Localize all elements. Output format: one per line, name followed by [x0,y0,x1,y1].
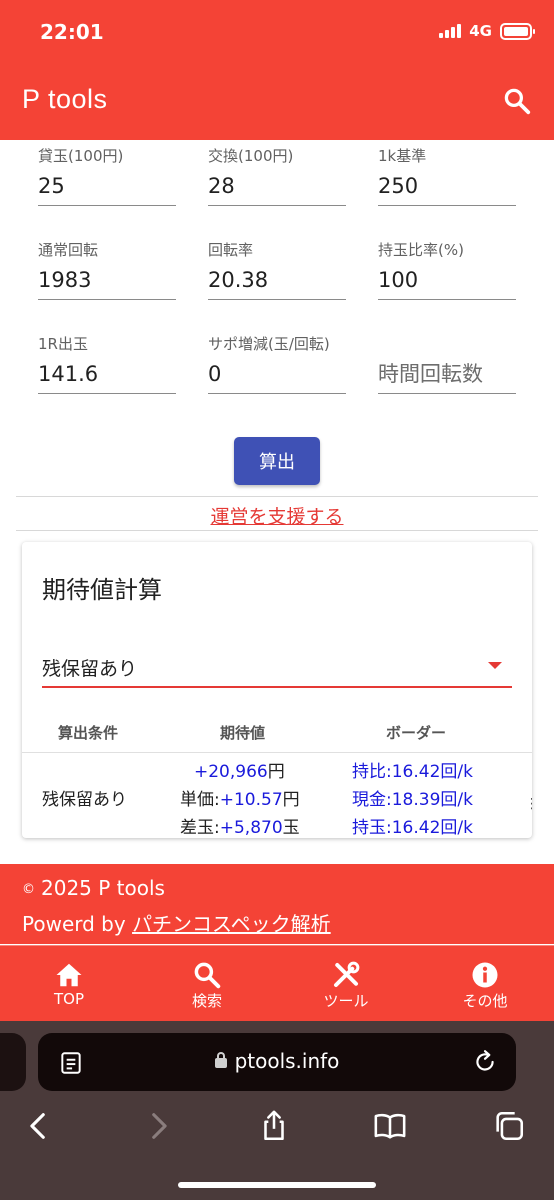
divider [16,530,538,531]
field-label: 通常回転 [38,241,99,259]
header-border: ボーダー [386,724,447,742]
support-link[interactable]: 運営を支援する [0,502,554,529]
diff-label: 差玉: [180,818,220,838]
copyright-icon: © [22,882,35,897]
dropdown-arrow-icon[interactable] [488,662,502,669]
field-input[interactable]: 141.6 [38,354,176,394]
url-display[interactable]: ptools.info [38,1049,516,1073]
nav-item-search[interactable]: 検索 [138,946,276,1022]
unit-price-value: +10.57 [219,790,283,810]
diff-unit: 玉 [282,818,300,838]
expected-total-value: +20,966 [194,762,268,782]
calculate-button[interactable]: 算出 [234,437,320,485]
address-bar[interactable]: ptools.info [38,1033,516,1091]
powered-by: Powerd by パチンコスペック解析 [22,908,331,937]
unit-price-unit: 円 [282,790,300,810]
field-label: 1k基準 [378,147,427,165]
unit-price: 単価:+10.57円 [180,785,300,810]
field-label: 持玉比率(%) [378,241,464,259]
nav-label: TOP [53,990,84,1008]
border-holding: 持比:16.42回/k [352,762,473,782]
field-input[interactable]: 時間回転数 [378,354,516,394]
field-spin-rate[interactable]: 回転率 20.38 [208,240,346,300]
unit-price-label: 単価: [180,790,220,810]
border-balls: 持玉:16.42回/k [352,818,473,838]
field-input[interactable]: 20.38 [208,260,346,300]
diff-value: +5,870 [219,818,283,838]
nav-label: 検索 [191,992,222,1010]
back-icon[interactable] [22,1109,56,1143]
nav-item-top[interactable]: TOP [0,946,138,1022]
field-label: 1R出玉 [38,335,88,353]
app-header: 22:01 4G P tools [0,0,554,140]
powered-link[interactable]: パチンコスペック解析 [132,912,331,936]
lock-icon [214,1052,227,1068]
field-label [378,334,516,354]
info-icon [472,962,498,988]
more-icon[interactable]: ⋮ [525,796,532,812]
powered-prefix: Powerd by [22,912,133,936]
divider [16,496,538,497]
field-label: 貸玉(100円) [38,147,124,165]
expected-value-card: 期待値計算 残保留あり 算出条件 期待値 ボーダー 残保留あり +20,966円… [22,542,532,838]
status-indicators: 4G [439,22,535,40]
header-condition: 算出条件 [58,724,119,742]
field-label: サポ増減(玉/回転) [208,335,330,353]
header-expected-value: 期待値 [220,724,266,742]
condition-select[interactable]: 残保留あり [42,646,512,688]
signal-icon [439,24,462,38]
forward-icon[interactable] [141,1109,175,1143]
nav-label: その他 [462,992,508,1010]
copyright: © 2025 P tools [22,876,165,900]
field-label: 交換(100円) [208,147,294,165]
field-input[interactable]: 0 [208,354,346,394]
bookmarks-icon[interactable] [373,1109,407,1143]
select-value: 残保留あり [42,658,138,680]
expected-total-unit: 円 [267,762,285,782]
field-exchange-rate[interactable]: 交換(100円) 28 [208,146,346,206]
field-lend-rate[interactable]: 貸玉(100円) 25 [38,146,176,206]
field-input[interactable]: 100 [378,260,516,300]
home-indicator [178,1182,376,1188]
share-icon[interactable] [257,1109,291,1143]
footer: © 2025 P tools Powerd by パチンコスペック解析 [0,864,554,944]
row-condition: 残保留あり [42,790,127,810]
tools-icon [334,961,360,987]
previous-tab[interactable] [0,1033,26,1091]
tabs-icon[interactable] [492,1109,526,1143]
copyright-text: 2025 P tools [41,876,165,900]
field-holding-ratio[interactable]: 持玉比率(%) 100 [378,240,516,300]
url-text: ptools.info [234,1049,340,1073]
field-support-change[interactable]: サポ増減(玉/回転) 0 [208,334,346,394]
network-type: 4G [469,22,492,40]
app-title[interactable]: P tools [22,84,108,115]
nav-item-other[interactable]: その他 [416,946,554,1022]
bottom-nav: TOP 検索 ツール その他 [0,945,554,1021]
border-cash: 現金:18.39回/k [352,790,473,810]
field-hourly-spins[interactable]: 時間回転数 [378,334,516,394]
nav-item-tools[interactable]: ツール [277,946,415,1022]
field-input[interactable]: 28 [208,166,346,206]
field-input[interactable]: 250 [378,166,516,206]
expected-total: +20,966円 [194,757,285,782]
reload-icon[interactable] [472,1048,498,1076]
ball-difference: 差玉:+5,870玉 [180,813,300,838]
field-1r-payout[interactable]: 1R出玉 141.6 [38,334,176,394]
field-input[interactable]: 1983 [38,260,176,300]
battery-icon [500,22,535,40]
field-input[interactable]: 25 [38,166,176,206]
card-title: 期待値計算 [42,576,162,604]
home-icon [56,963,82,987]
status-time: 22:01 [40,20,104,44]
search-icon[interactable] [502,86,532,116]
table-divider [22,752,532,753]
browser-chrome: ptools.info [0,1021,554,1200]
search-icon [194,962,221,989]
field-1k-base[interactable]: 1k基準 250 [378,146,516,206]
field-normal-spins[interactable]: 通常回転 1983 [38,240,176,300]
field-label: 回転率 [208,241,254,259]
nav-label: ツール [323,992,369,1010]
